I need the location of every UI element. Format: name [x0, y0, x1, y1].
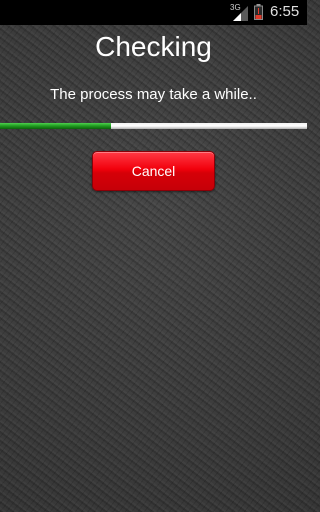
dialog-title: Checking	[95, 31, 212, 62]
network-indicator: 3G	[230, 3, 250, 21]
battery-icon	[254, 4, 263, 20]
clock: 6:55	[270, 3, 300, 20]
status-bar: 3G 6:55	[0, 0, 307, 25]
signal-icon	[233, 6, 248, 21]
progress-bar	[0, 123, 307, 129]
dialog-message: The process may take a while..	[50, 86, 257, 103]
cancel-button[interactable]: Cancel	[92, 151, 215, 191]
progress-fill	[0, 123, 111, 129]
